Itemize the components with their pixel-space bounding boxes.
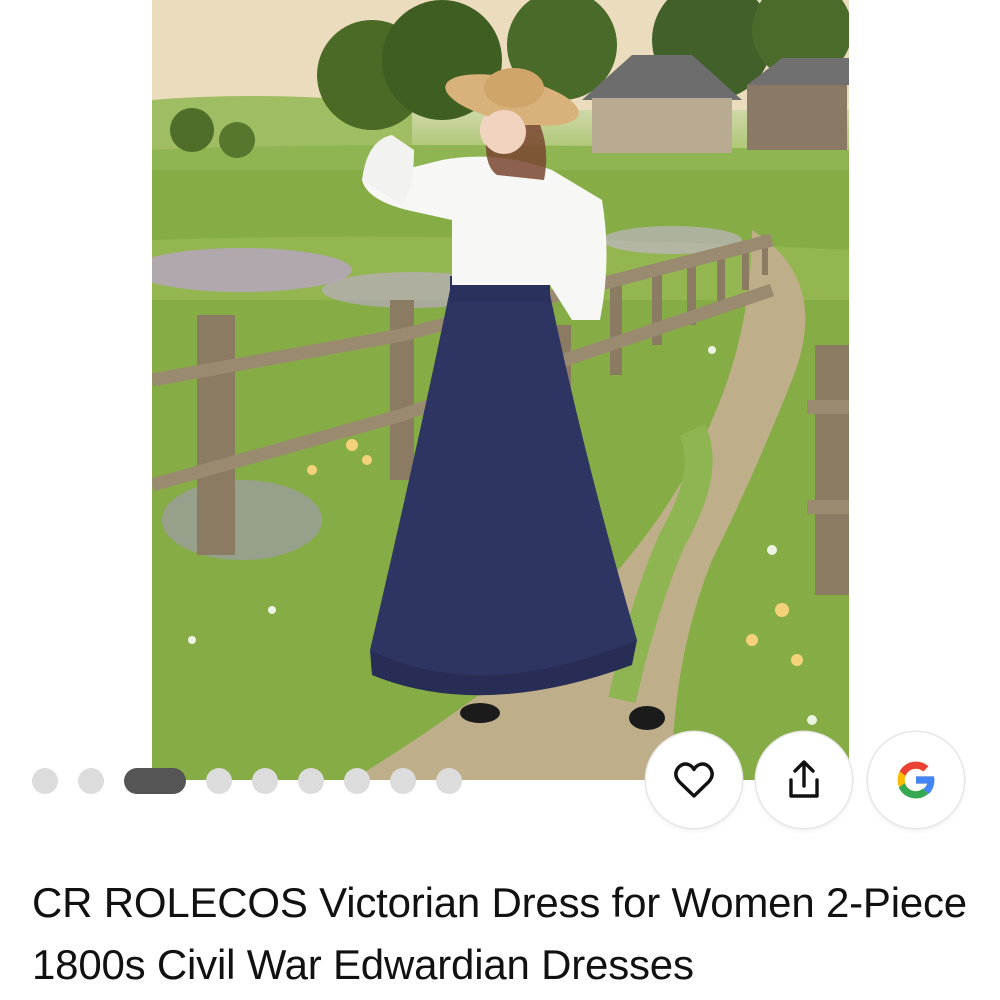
- carousel-dot[interactable]: [206, 768, 232, 794]
- favorite-button[interactable]: [646, 732, 742, 828]
- product-title: CR ROLECOS Victorian Dress for Women 2-P…: [32, 879, 967, 988]
- share-button[interactable]: [756, 732, 852, 828]
- google-lens-button[interactable]: [868, 732, 964, 828]
- carousel-dot[interactable]: [344, 768, 370, 794]
- carousel-dot[interactable]: [390, 768, 416, 794]
- heart-icon: [674, 762, 714, 798]
- carousel-dot-active[interactable]: [124, 768, 186, 794]
- carousel-dot[interactable]: [298, 768, 324, 794]
- carousel-dot[interactable]: [32, 768, 58, 794]
- product-image[interactable]: [152, 0, 849, 780]
- product-photo: [152, 0, 849, 780]
- google-logo-icon: [897, 761, 936, 799]
- carousel-dot[interactable]: [78, 768, 104, 794]
- share-icon: [789, 760, 819, 798]
- carousel-dot[interactable]: [252, 768, 278, 794]
- carousel-dot[interactable]: [436, 768, 462, 794]
